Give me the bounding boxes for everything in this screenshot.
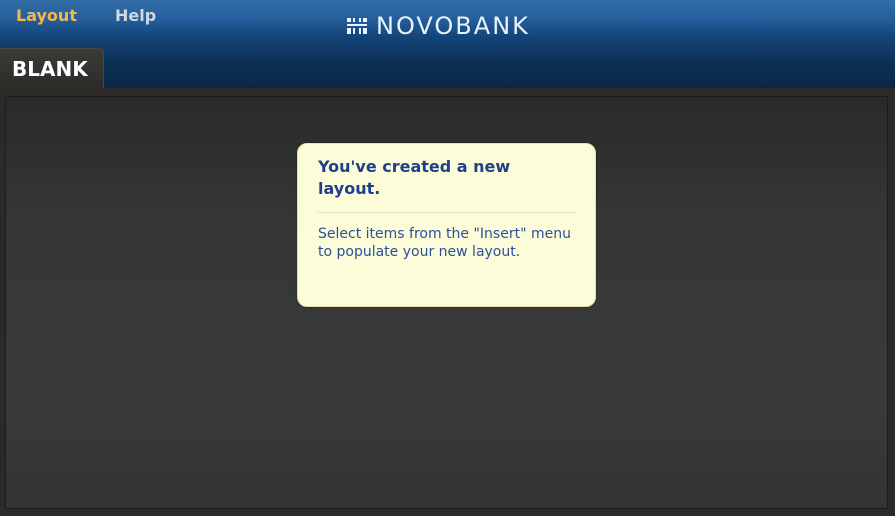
menu-bar: Layout Help <box>16 6 156 25</box>
hint-title: You've created a new layout. <box>318 157 511 198</box>
top-bar: Layout Help NOVOBANK BLANK <box>0 0 895 88</box>
menu-item-layout[interactable]: Layout <box>16 6 77 25</box>
hint-body: Select items from the "Insert" menu to p… <box>318 226 571 260</box>
tab-blank[interactable]: BLANK <box>0 48 104 88</box>
hint-divider <box>318 212 575 213</box>
novobank-logo-icon <box>347 18 367 34</box>
new-layout-hint-card: You've created a new layout. Select item… <box>297 143 596 307</box>
brand-name: NOVOBANK <box>376 12 530 40</box>
menu-item-help[interactable]: Help <box>115 6 156 25</box>
brand-logo: NOVOBANK <box>346 14 530 38</box>
